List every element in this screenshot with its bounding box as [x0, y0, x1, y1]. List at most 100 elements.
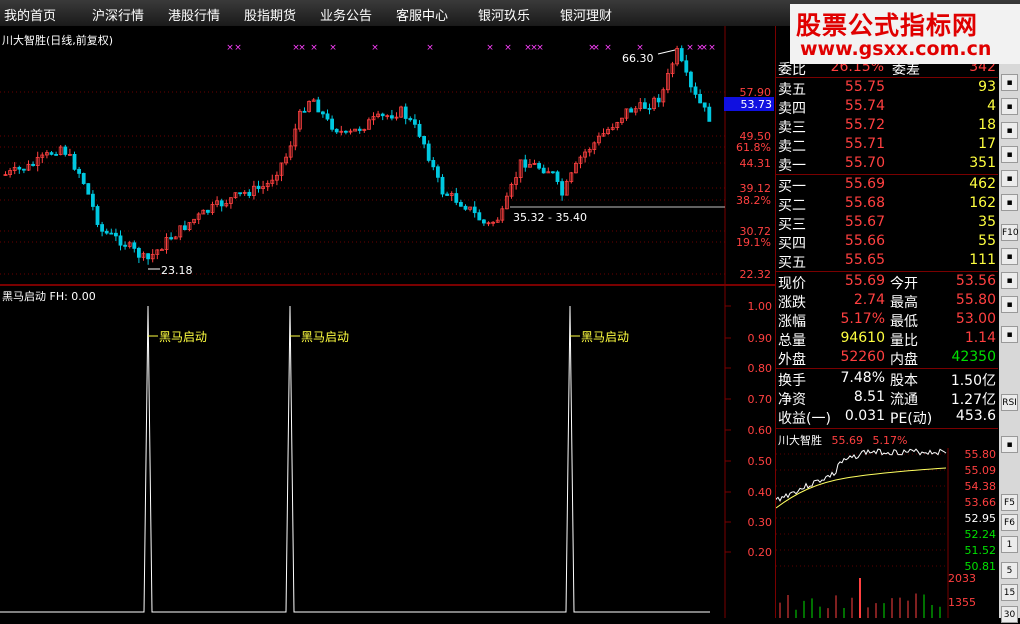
candle-body [54, 153, 58, 156]
quote-separator [776, 271, 998, 272]
candle-body [31, 163, 36, 166]
trend-icon[interactable]: ▪ [1001, 146, 1018, 163]
menu-hk[interactable]: 港股行情 [168, 5, 220, 24]
bid-volume: 162 [969, 195, 996, 211]
grid-icon[interactable]: ▪ [1001, 170, 1018, 187]
mini-vol-label: 1355 [948, 596, 976, 609]
draw-icon[interactable]: ▪ [1001, 326, 1018, 343]
period-1-button[interactable]: 1 [1001, 536, 1018, 553]
signal-marker: × [298, 43, 306, 53]
price-axis-label: 44.31 [740, 157, 772, 170]
candle-body [481, 219, 486, 224]
menu-jiule[interactable]: 银河玖乐 [478, 5, 530, 24]
low-annotation: 23.18 [161, 264, 193, 277]
fund-label: 流通 [890, 392, 918, 408]
stat-value: 94610 [840, 330, 885, 346]
ask-label: 卖三 [778, 120, 806, 136]
candle-body [334, 128, 339, 133]
candle-body [541, 167, 546, 174]
stat-value: 2.74 [853, 292, 885, 308]
table-icon[interactable]: ▪ [1001, 248, 1018, 265]
bid-price: 55.69 [844, 176, 885, 192]
ask-price: 55.71 [844, 136, 885, 152]
ask-price: 55.74 [844, 98, 885, 114]
candle-body [463, 205, 468, 210]
signal-marker: × [686, 43, 694, 53]
candle-body [412, 119, 417, 125]
intraday-mini-chart[interactable]: 55.8055.0954.3853.6652.9552.2451.5250.81… [776, 448, 998, 618]
candle-body [205, 209, 210, 213]
candle-body [403, 106, 408, 119]
candle-body [629, 108, 633, 113]
watermark-url: www.gsxx.com.cn [800, 38, 992, 60]
stat-label: 最高 [890, 295, 918, 311]
candle-body [95, 206, 100, 225]
move-icon[interactable]: ▪ [1001, 436, 1018, 453]
mini-axis-label: 53.66 [965, 496, 997, 509]
candle-body [560, 181, 564, 196]
menu-sh-sz[interactable]: 沪深行情 [92, 5, 144, 24]
ask-price: 55.72 [844, 117, 885, 133]
zoom-icon[interactable]: ▪ [1001, 296, 1018, 313]
bid-volume: 55 [978, 233, 996, 249]
rsi-button[interactable]: RSI [1001, 394, 1018, 411]
bid-label: 买四 [778, 236, 806, 252]
ask-price: 55.75 [844, 79, 885, 95]
bid-label: 买一 [778, 179, 806, 195]
stat-label: 最低 [890, 314, 918, 330]
fund-label: 收益(一) [778, 411, 831, 427]
candle-body [689, 71, 693, 88]
signal-marker: × [234, 43, 242, 53]
signal-marker: × [504, 43, 512, 53]
candle-body [357, 128, 362, 131]
bid-label: 买五 [778, 255, 806, 271]
fund-value: 453.6 [955, 408, 996, 424]
candle-body [537, 163, 541, 169]
bid-volume: 462 [969, 176, 996, 192]
kline-chart[interactable]: 57.9049.5044.3139.1230.7222.3261.8%38.2%… [0, 26, 775, 284]
menu-finance[interactable]: 银河理财 [560, 5, 612, 24]
f10-button[interactable]: F10 [1001, 224, 1019, 241]
candle-body [380, 113, 385, 117]
period-30-button[interactable]: 30 [1001, 606, 1018, 623]
list-icon[interactable]: ▪ [1001, 122, 1018, 139]
mini-axis-label: 52.24 [965, 528, 997, 541]
f5-button[interactable]: F5 [1001, 494, 1018, 511]
candle-body [146, 253, 151, 260]
stats-icon[interactable]: ▪ [1001, 272, 1018, 289]
candle-body [17, 166, 22, 170]
indicator-axis-label: 0.40 [748, 486, 773, 499]
period-15-button[interactable]: 15 [1001, 584, 1018, 601]
signal-marker: × [226, 43, 234, 53]
mini-axis-label: 51.52 [965, 544, 997, 557]
chart-icon[interactable]: ▪ [1001, 74, 1018, 91]
fund-value: 7.48% [840, 370, 885, 386]
high-pointer [657, 49, 676, 55]
quote-separator [776, 174, 998, 175]
ask-volume: 93 [978, 79, 996, 95]
mini-vol-label: 2033 [948, 572, 976, 585]
ask-label: 卖四 [778, 101, 806, 117]
indicator-chart[interactable]: 1.00 0.90 0.80 0.70 0.60 0.50 0.40 0.30 0.20 黑马启动… [0, 286, 775, 618]
bar-icon[interactable]: ▪ [1001, 98, 1018, 115]
candle-body [91, 193, 95, 207]
menu-home[interactable]: 我的首页 [4, 5, 56, 24]
mini-pct: 5.17% [872, 434, 908, 447]
f6-button[interactable]: F6 [1001, 514, 1018, 531]
candle-body [702, 102, 707, 108]
mini-stock-name: 川大智胜 [778, 434, 822, 447]
candle-body [647, 108, 652, 110]
candle-body [445, 193, 450, 196]
window-icon[interactable]: ▪ [1001, 194, 1018, 211]
candle-body [679, 48, 684, 62]
period-5-button[interactable]: 5 [1001, 562, 1018, 579]
stat-value: 53.00 [955, 311, 996, 327]
candle-body [63, 146, 68, 155]
candle-body [707, 106, 712, 122]
menu-service[interactable]: 客服中心 [396, 5, 448, 24]
menu-notice[interactable]: 业务公告 [320, 5, 372, 24]
stat-value: 53.56 [955, 273, 996, 289]
candle-body [169, 237, 174, 240]
menu-futures[interactable]: 股指期货 [244, 5, 296, 24]
candle-body [77, 168, 81, 174]
